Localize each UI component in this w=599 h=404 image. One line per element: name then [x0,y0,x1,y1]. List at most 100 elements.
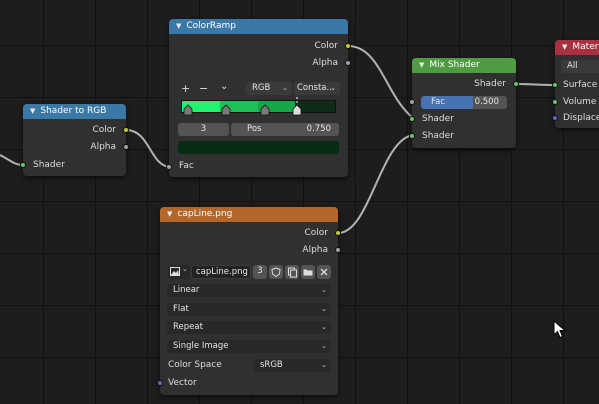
remove-stop-button[interactable]: − [199,82,208,95]
interpolation-select[interactable]: Consta... ⌄ [294,82,340,95]
input-fac-socket[interactable] [409,99,415,105]
ramp-menu-chevron-icon[interactable]: ⌄ [220,81,228,92]
collapse-arrow-icon[interactable]: ▼ [562,43,567,51]
color-stop-marker [221,104,231,116]
chevron-down-icon: ⌄ [282,84,288,92]
close-icon[interactable] [317,265,331,279]
color-space-label: Color Space [168,360,222,370]
duplicate-icon[interactable] [285,265,299,279]
collapse-arrow-icon[interactable]: ▼ [176,22,181,30]
projection-select[interactable]: Flat ⌄ [167,303,331,316]
add-stop-button[interactable]: + [181,82,190,95]
color-mode-select[interactable]: RGB ⌄ [246,82,292,95]
color-stop-marker [260,104,270,116]
output-color-label: Color [314,41,339,51]
chevron-down-icon: ⌄ [321,286,327,294]
node-header[interactable]: ▼ ColorRamp [169,19,348,34]
output-alpha-label: Alpha [302,245,328,255]
link-image-color [337,134,414,234]
node-title: Shader to RGB [40,106,107,116]
output-alpha-socket[interactable] [123,144,129,150]
output-shader-label: Shader [474,79,506,89]
input-volume-socket[interactable] [552,99,558,105]
color-mode-value: RGB [252,83,271,93]
image-users-count[interactable]: 3 [253,265,267,279]
image-name-field[interactable]: capLine.png [191,265,251,279]
folder-icon[interactable] [301,265,315,279]
extension-value: Repeat [173,322,203,332]
node-image-texture[interactable]: ▼ capLine.png Color Alpha ⌄ capLine.png 3… [157,207,341,395]
interpolation-value: Linear [173,285,200,295]
extension-select[interactable]: Repeat ⌄ [167,321,331,334]
chevron-down-icon: ⌄ [321,342,327,350]
input-volume-label: Volume [563,97,597,107]
fac-value: 0.500 [474,97,499,107]
stop-index-value: 3 [200,124,207,134]
output-color-socket[interactable] [123,127,129,133]
output-alpha-socket[interactable] [335,247,341,253]
interpolation-value: Consta... [297,83,335,93]
output-shader-socket[interactable] [513,81,519,87]
chevron-down-icon: ⌄ [330,84,336,92]
color-stop-marker [183,104,193,116]
output-color-label: Color [92,125,117,135]
link-colorramp-color [347,45,414,119]
pos-value: 0.750 [306,124,331,134]
link-shader-rgb-color [125,129,171,168]
stop-index-field[interactable]: 3 [178,123,229,136]
users-value: 3 [257,266,263,276]
input-displacement-label: Displacer [563,113,599,123]
output-alpha-socket[interactable] [345,60,351,66]
source-select[interactable]: Single Image ⌄ [167,340,331,353]
fac-label: Fac [431,97,445,107]
mouse-pointer-icon [553,320,567,339]
chevron-down-icon: ⌄ [321,361,327,369]
collapse-arrow-icon[interactable]: ▼ [30,107,35,115]
node-title: capLine.png [177,209,233,219]
input-vector-socket[interactable] [157,380,163,386]
target-value: All [567,61,578,71]
node-mix-shader[interactable]: ▼ Mix Shader Shader Fac 0.500 Shader Shad… [409,58,519,148]
node-material-output[interactable]: ▼ Materia All Surface Volume Displacer [552,40,599,128]
projection-value: Flat [173,304,189,314]
output-color-socket[interactable] [335,230,341,236]
input-shader-socket[interactable] [20,162,26,168]
fac-slider-fill [421,96,473,109]
pos-label: Pos [247,124,262,134]
collapse-arrow-icon[interactable]: ▼ [167,210,172,218]
color-space-select[interactable]: sRGB ⌄ [254,359,331,372]
node-shader-to-rgb[interactable]: ▼ Shader to RGB Color Alpha Shader [20,104,129,176]
input-shader-label: Shader [422,114,454,124]
interpolation-select[interactable]: Linear ⌄ [167,284,331,297]
chevron-down-icon: ⌄ [321,305,327,313]
output-color-socket[interactable] [345,43,351,49]
input-shader-socket[interactable] [409,133,415,139]
collapse-arrow-icon[interactable]: ▼ [419,61,424,69]
input-fac-socket[interactable] [166,164,172,170]
input-shader-label: Shader [33,160,65,170]
input-fac-label: Fac [179,161,194,171]
color-space-value: sRGB [260,360,283,370]
input-shader-socket[interactable] [409,116,415,122]
target-select[interactable]: All [561,60,599,73]
node-header[interactable]: ▼ Mix Shader [412,58,516,73]
stop-position-field[interactable]: Pos 0.750 [231,123,339,136]
node-header[interactable]: ▼ Shader to RGB [23,104,126,119]
image-browse-button[interactable]: ⌄ [168,265,190,279]
input-displacement-socket[interactable] [552,115,558,121]
node-title: Mix Shader [429,60,480,70]
output-alpha-label: Alpha [90,142,116,152]
node-color-ramp[interactable]: ▼ ColorRamp Color Alpha + − ⌄ RGB ⌄ Consta… [166,19,351,177]
input-surface-socket[interactable] [552,82,558,88]
output-alpha-label: Alpha [312,58,338,68]
stop-color-swatch[interactable] [178,141,339,154]
input-shader-label: Shader [422,131,454,141]
node-header[interactable]: ▼ Materia [555,40,599,55]
fac-slider[interactable]: Fac 0.500 [421,96,507,109]
shield-icon[interactable] [269,265,283,279]
color-stop-markers[interactable] [177,97,342,119]
node-title: ColorRamp [186,21,236,31]
node-title: Materia [572,42,599,52]
chevron-down-icon: ⌄ [182,265,188,273]
node-header[interactable]: ▼ capLine.png [160,207,338,222]
